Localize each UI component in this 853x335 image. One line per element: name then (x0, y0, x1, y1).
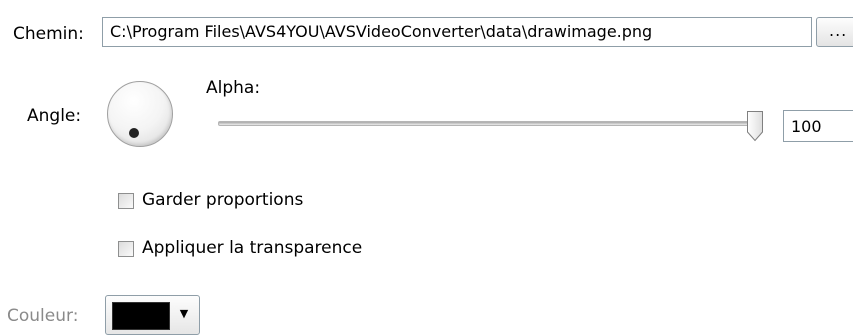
color-label: Couleur: (7, 306, 79, 326)
alpha-slider-thumb[interactable] (746, 110, 764, 142)
chevron-down-icon: ▼ (179, 307, 189, 320)
path-input[interactable]: C:\Program Files\AVS4YOU\AVSVideoConvert… (102, 17, 812, 47)
color-picker-button[interactable]: ▼ (105, 295, 200, 335)
apply-transparency-label[interactable]: Appliquer la transparence (142, 238, 362, 258)
keep-proportions-checkbox[interactable] (118, 193, 134, 209)
alpha-slider-track[interactable] (218, 121, 758, 126)
browse-button[interactable]: ... (816, 17, 853, 47)
angle-label: Angle: (27, 106, 82, 126)
path-label: Chemin: (13, 24, 84, 44)
knob-indicator-icon (129, 128, 139, 138)
color-swatch (112, 302, 170, 330)
apply-transparency-checkbox[interactable] (118, 241, 134, 257)
angle-knob[interactable] (107, 81, 173, 147)
alpha-value-input[interactable]: 100 (783, 110, 853, 142)
keep-proportions-label[interactable]: Garder proportions (142, 190, 303, 210)
alpha-label: Alpha: (206, 78, 261, 98)
